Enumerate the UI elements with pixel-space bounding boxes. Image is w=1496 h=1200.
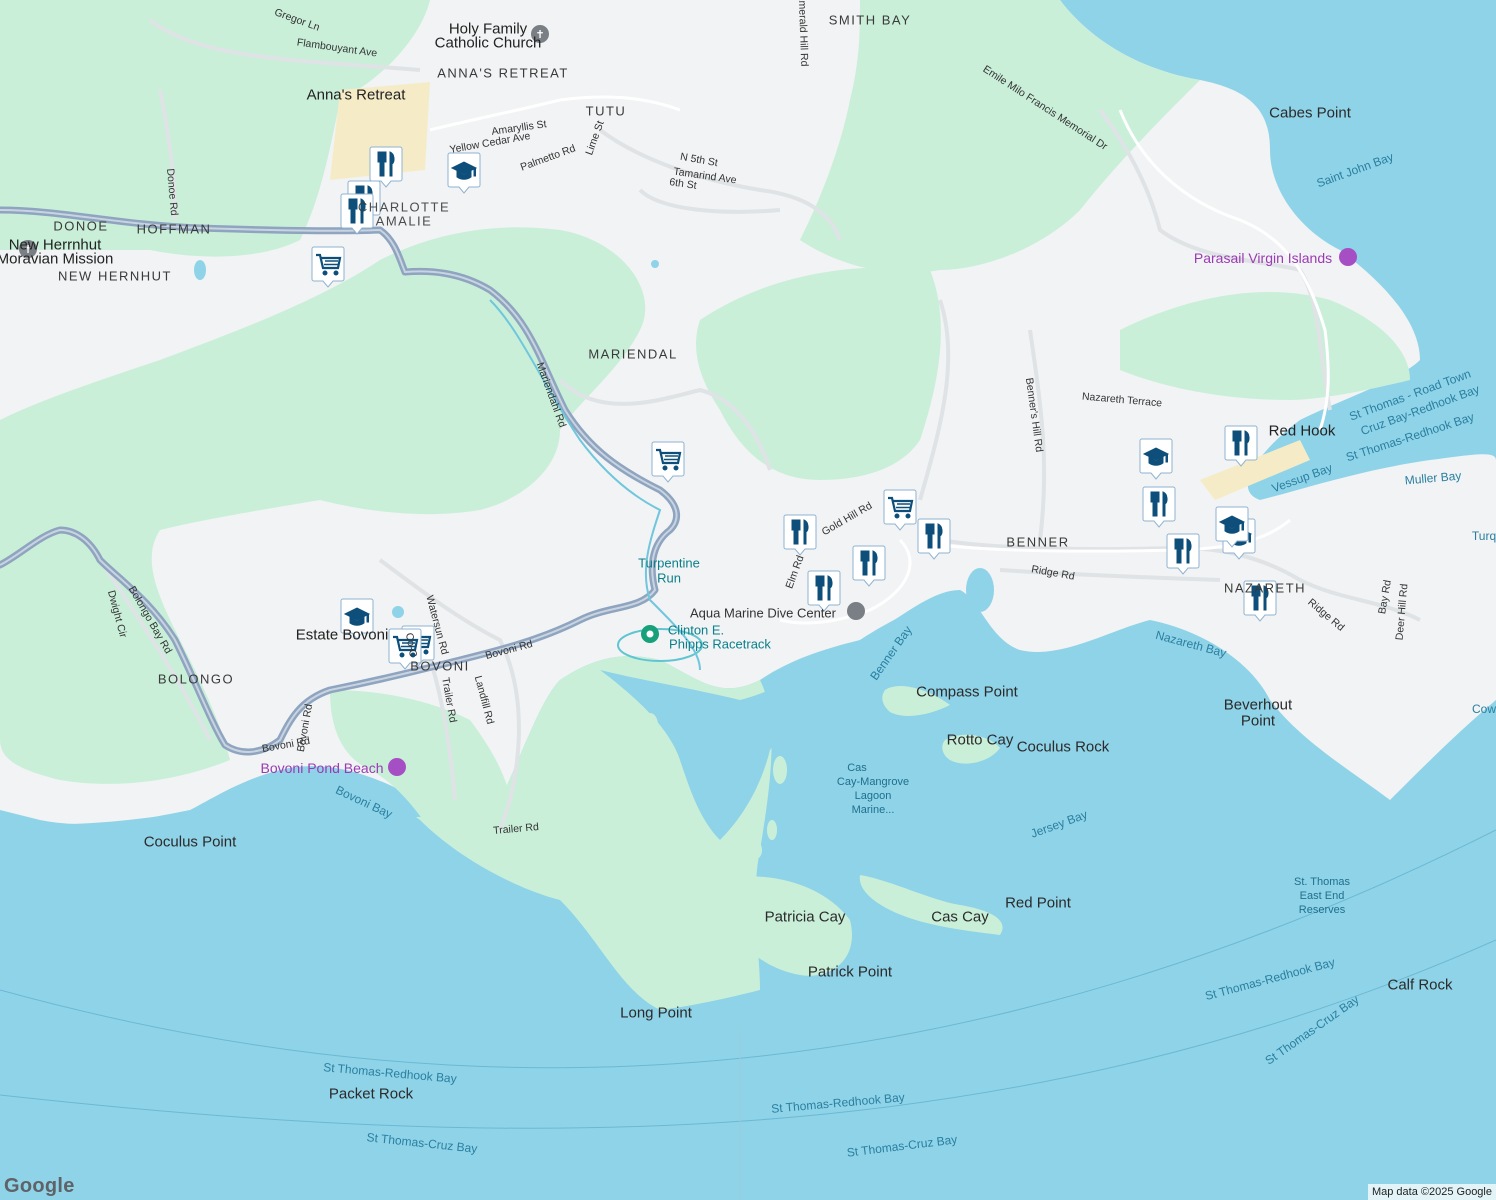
reserve-label[interactable]: East End xyxy=(1300,890,1345,902)
place-label[interactable]: NEW HERNHUT xyxy=(58,269,172,284)
place-label[interactable]: TUTU xyxy=(586,104,627,119)
reserve-label[interactable]: St. Thomas xyxy=(1294,876,1350,888)
place-label[interactable]: Rotto Cay xyxy=(947,732,1014,749)
place-label[interactable]: Cas Cay xyxy=(931,909,989,926)
grocery-pin-icon[interactable] xyxy=(311,246,345,288)
poi-label[interactable]: CHARLOTTE xyxy=(358,200,450,215)
reserve-label[interactable]: Lagoon xyxy=(855,790,892,802)
school-pin-icon[interactable] xyxy=(1215,506,1249,548)
road-label[interactable]: Emerald Hill Rd xyxy=(796,0,811,67)
poi-label[interactable]: Clinton E. xyxy=(668,623,724,638)
place-label[interactable]: Estate Bovoni xyxy=(296,627,389,644)
place-label[interactable]: Red Hook xyxy=(1269,423,1336,440)
place-label[interactable]: Compass Point xyxy=(916,684,1018,701)
place-label[interactable]: Catholic Church xyxy=(435,35,542,52)
restaurant-pin-icon[interactable] xyxy=(852,545,886,587)
place-label[interactable]: Anna's Retreat xyxy=(307,87,406,104)
place-label[interactable]: BENNER xyxy=(1006,535,1069,550)
poi-label[interactable]: AMALIE xyxy=(376,214,433,229)
place-label[interactable]: Calf Rock xyxy=(1387,977,1452,994)
water-label[interactable]: Turq xyxy=(1472,529,1496,543)
place-label[interactable]: ANNA'S RETREAT xyxy=(437,66,569,81)
place-label[interactable]: Patricia Cay xyxy=(765,909,846,926)
poi-label[interactable]: Phipps Racetrack xyxy=(669,637,771,652)
reserve-label[interactable]: Marine... xyxy=(852,804,895,816)
dive-center-icon xyxy=(847,602,865,620)
map-canvas[interactable]: ✝ ✝ xyxy=(0,0,1496,1200)
school-pin-icon[interactable] xyxy=(447,152,481,194)
water-label[interactable]: Cow xyxy=(1472,702,1496,716)
place-label[interactable]: SMITH BAY xyxy=(829,13,912,28)
place-label[interactable]: Coculus Point xyxy=(144,834,237,851)
place-label[interactable]: Red Point xyxy=(1005,895,1071,912)
place-label[interactable]: Moravian Mission xyxy=(0,251,113,268)
reserve-label[interactable]: Cas xyxy=(847,762,867,774)
restaurant-pin-icon[interactable] xyxy=(1166,533,1200,575)
reserve-label[interactable]: Reserves xyxy=(1299,904,1345,916)
place-label[interactable]: Patrick Point xyxy=(808,964,892,981)
place-label[interactable]: Point xyxy=(1241,713,1275,730)
place-label[interactable]: DONOE xyxy=(53,219,108,234)
restaurant-pin-icon[interactable] xyxy=(1224,425,1258,467)
place-label[interactable]: NAZARETH xyxy=(1224,581,1306,596)
reserve-label[interactable]: Cay-Mangrove xyxy=(837,776,909,788)
restaurant-pin-icon[interactable] xyxy=(783,514,817,556)
poi-label[interactable]: Aqua Marine Dive Center xyxy=(690,606,836,621)
parasail-camera-icon xyxy=(1339,248,1357,266)
beach-camera-icon xyxy=(388,758,406,776)
place-label[interactable]: Beverhout xyxy=(1224,697,1292,714)
map-attribution[interactable]: Map data ©2025 Google xyxy=(1367,1184,1496,1200)
place-label[interactable]: HOFFMAN xyxy=(137,222,212,237)
place-label[interactable]: MARIENDAL xyxy=(588,347,677,362)
poi-label[interactable]: Parasail Virgin Islands xyxy=(1194,250,1332,266)
poi-label[interactable]: Bovoni Pond Beach xyxy=(261,760,384,776)
grocery-pin-icon[interactable] xyxy=(651,441,685,483)
place-label[interactable]: BOLONGO xyxy=(158,672,234,687)
poi-label[interactable]: Turpentine xyxy=(638,556,700,571)
google-logo: Google xyxy=(4,1175,75,1197)
place-label[interactable]: BOVONI xyxy=(410,659,470,674)
place-label[interactable]: Long Point xyxy=(620,1005,692,1022)
place-label[interactable]: Cabes Point xyxy=(1269,105,1351,122)
poi-label[interactable]: Run xyxy=(657,571,681,586)
restaurant-pin-icon[interactable] xyxy=(917,518,951,560)
place-label[interactable]: Packet Rock xyxy=(329,1086,413,1103)
school-pin-icon[interactable] xyxy=(1139,438,1173,480)
place-label[interactable]: Coculus Rock xyxy=(1017,739,1110,756)
restaurant-pin-icon[interactable] xyxy=(1142,486,1176,528)
grocery-pin-icon[interactable] xyxy=(883,489,917,531)
